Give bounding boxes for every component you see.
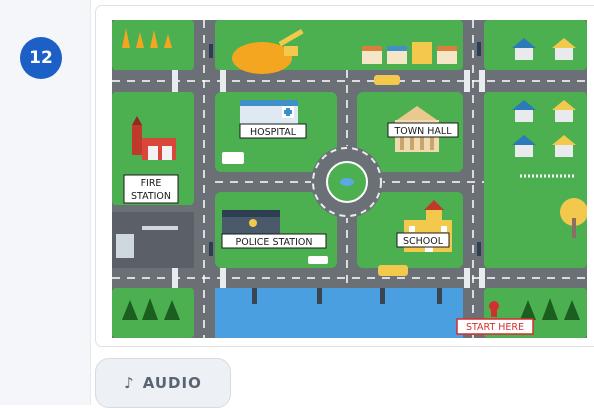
question-sidebar: 12 xyxy=(0,0,91,405)
police-station-label: POLICE STATION xyxy=(221,233,327,249)
music-note-icon: ♪ xyxy=(124,374,135,392)
police-station-label-text: POLICE STATION xyxy=(235,237,312,248)
town-map: HOSPITAL TOWN HALL FIRE STATION POLICE S… xyxy=(112,20,587,338)
question-image-card: HOSPITAL TOWN HALL FIRE STATION POLICE S… xyxy=(95,5,594,347)
audio-button[interactable]: ♪ AUDIO xyxy=(95,358,231,408)
fire-station-label-line1: FIRE xyxy=(141,178,162,189)
school-label-text: SCHOOL xyxy=(403,236,444,247)
town-hall-label: TOWN HALL xyxy=(387,122,459,138)
question-number-badge: 12 xyxy=(20,37,62,79)
fire-station-label: FIRE STATION xyxy=(123,174,179,204)
audio-button-label: AUDIO xyxy=(142,374,202,392)
school-label: SCHOOL xyxy=(396,232,450,248)
fire-station-label-line2: STATION xyxy=(131,191,171,202)
hospital-label-text: HOSPITAL xyxy=(250,127,297,138)
hospital-label: HOSPITAL xyxy=(239,123,307,139)
start-here-label: START HERE xyxy=(456,318,534,335)
start-here-label-text: START HERE xyxy=(466,322,524,333)
town-hall-label-text: TOWN HALL xyxy=(393,126,452,137)
